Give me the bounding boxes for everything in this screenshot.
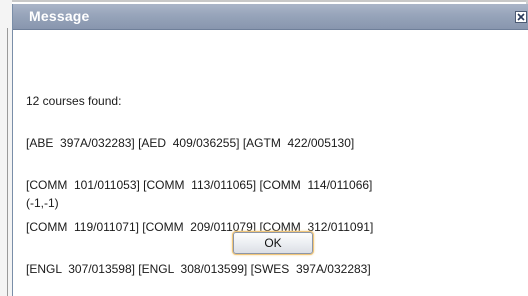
background-divider — [7, 28, 8, 296]
dialog-titlebar[interactable]: Message — [13, 4, 528, 30]
close-button[interactable] — [515, 11, 527, 23]
close-icon — [517, 13, 525, 21]
message-line: [COMM 119/011071] [COMM 209/011079] [COM… — [26, 220, 374, 234]
background-ruler — [0, 0, 528, 2]
message-line: 12 courses found: — [26, 94, 122, 108]
message-line: [ABE 397A/032283] [AED 409/036255] [AGTM… — [26, 136, 355, 150]
dialog-title: Message — [29, 8, 90, 24]
message-code: (-1,-1) — [26, 196, 59, 210]
background-app-edge — [0, 0, 12, 296]
message-body: 12 courses found: [ABE 397A/032283] [AED… — [26, 66, 373, 296]
message-line: [COMM 101/011053] [COMM 113/011065] [COM… — [26, 178, 373, 192]
ok-button[interactable]: OK — [233, 232, 313, 254]
page: Message 12 courses found: [ABE 397A/0322… — [0, 0, 528, 296]
message-line: [ENGL 307/013598] [ENGL 308/013599] [SWE… — [26, 262, 371, 276]
message-dialog: Message 12 courses found: [ABE 397A/0322… — [12, 4, 528, 296]
